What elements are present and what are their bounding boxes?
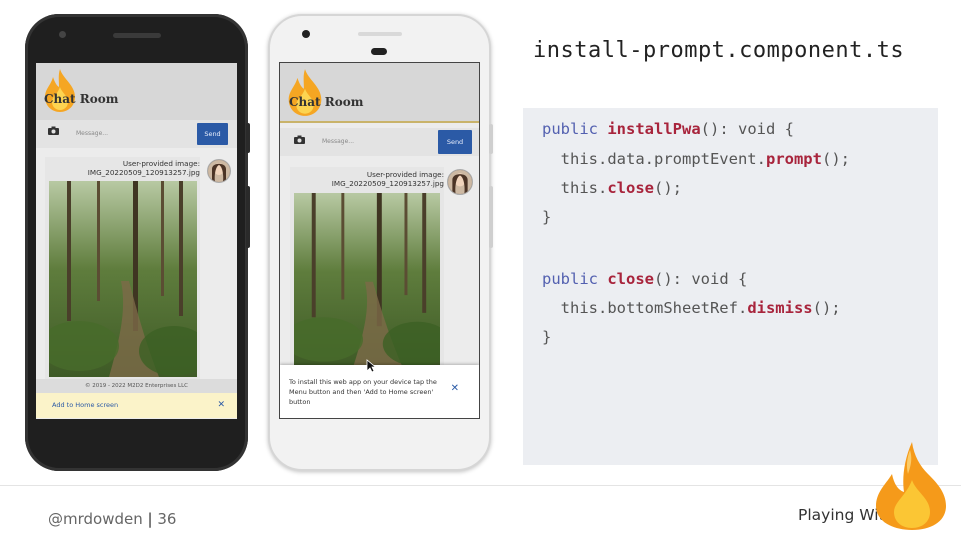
file-title: install-prompt.component.ts bbox=[533, 38, 905, 63]
flame-logo-icon bbox=[45, 69, 75, 112]
phone-light-camera-lens bbox=[302, 30, 310, 38]
app-title: Chat Room bbox=[289, 95, 364, 109]
phone-light-volume-button bbox=[489, 186, 493, 248]
code-keyword: public bbox=[542, 120, 608, 138]
phone-light-screen: Chat Room Message... Send User-provided … bbox=[279, 62, 480, 419]
flame-logo-icon bbox=[876, 442, 946, 530]
flame-logo-icon bbox=[288, 69, 322, 116]
code-text: } bbox=[542, 328, 552, 346]
phone-light-power-button bbox=[489, 124, 493, 154]
add-to-home-link[interactable]: Add to Home screen bbox=[52, 393, 118, 418]
code-text: } bbox=[542, 208, 552, 226]
send-button[interactable]: Send bbox=[197, 123, 228, 145]
footer-separator: | bbox=[147, 510, 153, 528]
code-text: (): void { bbox=[654, 270, 748, 288]
avatar[interactable] bbox=[207, 159, 231, 183]
code-line-4: } bbox=[542, 208, 551, 226]
image-caption-line1: User-provided image: bbox=[366, 170, 444, 179]
install-bottom-sheet: To install this web app on your device t… bbox=[280, 365, 479, 418]
code-line-3: this.close(); bbox=[542, 179, 682, 197]
phone-light-speaker bbox=[371, 48, 387, 55]
code-text: (); bbox=[812, 299, 841, 317]
phone-light-speaker-top bbox=[358, 32, 402, 36]
code-panel: public installPwa(): void { this.data.pr… bbox=[523, 108, 938, 465]
message-bar: Message... Send bbox=[36, 120, 237, 148]
camera-icon[interactable] bbox=[48, 126, 59, 138]
image-caption-line2: IMG_20220509_120913257.jpg bbox=[87, 168, 200, 177]
app-title: Chat Room bbox=[44, 92, 119, 106]
slide-footer-handle: @mrdowden | 36 bbox=[48, 510, 176, 528]
code-text: this. bbox=[560, 179, 608, 197]
message-input[interactable]: Message... bbox=[322, 132, 432, 152]
code-text: this.bottomSheetRef. bbox=[560, 299, 748, 317]
code-text: (); bbox=[654, 179, 683, 197]
app-footer: © 2019 - 2022 M2D2 Enterprises LLC bbox=[36, 379, 237, 393]
send-button[interactable]: Send bbox=[438, 130, 472, 154]
code-line-1: public installPwa(): void { bbox=[542, 120, 794, 138]
image-caption: User-provided image: IMG_20220509_120913… bbox=[50, 159, 200, 177]
footer-divider bbox=[0, 485, 961, 486]
image-caption-line1: User-provided image: bbox=[122, 159, 200, 168]
code-text: this.data.promptEvent. bbox=[560, 150, 766, 168]
image-caption-line2: IMG_20220509_120913257.jpg bbox=[331, 179, 444, 188]
message-input[interactable]: Message... bbox=[76, 124, 196, 144]
code-function-name: close bbox=[607, 270, 654, 288]
code-line-6: this.bottomSheetRef.dismiss(); bbox=[542, 299, 841, 317]
close-icon[interactable]: ✕ bbox=[451, 383, 459, 394]
code-function-name: prompt bbox=[765, 150, 822, 168]
forest-photo[interactable] bbox=[49, 181, 197, 377]
code-function-name: installPwa bbox=[607, 120, 701, 138]
page-number: 36 bbox=[157, 510, 177, 528]
image-message-card: User-provided image: IMG_20220509_120913… bbox=[45, 157, 200, 379]
code-text: (); bbox=[821, 150, 850, 168]
add-to-home-banner: Add to Home screen ✕ bbox=[36, 393, 237, 418]
mouse-cursor-icon bbox=[366, 359, 376, 373]
code-function-name: close bbox=[607, 179, 655, 197]
install-instructions: To install this web app on your device t… bbox=[289, 378, 437, 406]
camera-icon[interactable] bbox=[294, 135, 305, 147]
code-line-5: public close(): void { bbox=[542, 270, 747, 288]
phone-dark-screen: Chat Room Message... Send User-provided … bbox=[36, 63, 237, 419]
avatar[interactable] bbox=[447, 169, 473, 195]
phone-dark-volume-button bbox=[246, 186, 250, 248]
author-handle: @mrdowden bbox=[48, 510, 143, 528]
image-caption: User-provided image: IMG_20220509_120913… bbox=[294, 170, 444, 188]
close-icon[interactable]: ✕ bbox=[217, 393, 225, 418]
code-function-name: dismiss bbox=[747, 299, 813, 317]
code-line-7: } bbox=[542, 328, 551, 346]
phone-dark-camera-lens bbox=[59, 31, 66, 38]
code-keyword: public bbox=[542, 270, 608, 288]
code-line-2: this.data.promptEvent.prompt(); bbox=[542, 150, 850, 168]
phone-dark-speaker bbox=[113, 33, 161, 38]
phone-dark-power-button bbox=[246, 123, 250, 153]
code-text: (): void { bbox=[700, 120, 794, 138]
forest-photo[interactable] bbox=[294, 193, 440, 367]
message-bar: Message... Send bbox=[280, 128, 479, 156]
image-message-card: User-provided image: IMG_20220509_120913… bbox=[290, 167, 444, 367]
